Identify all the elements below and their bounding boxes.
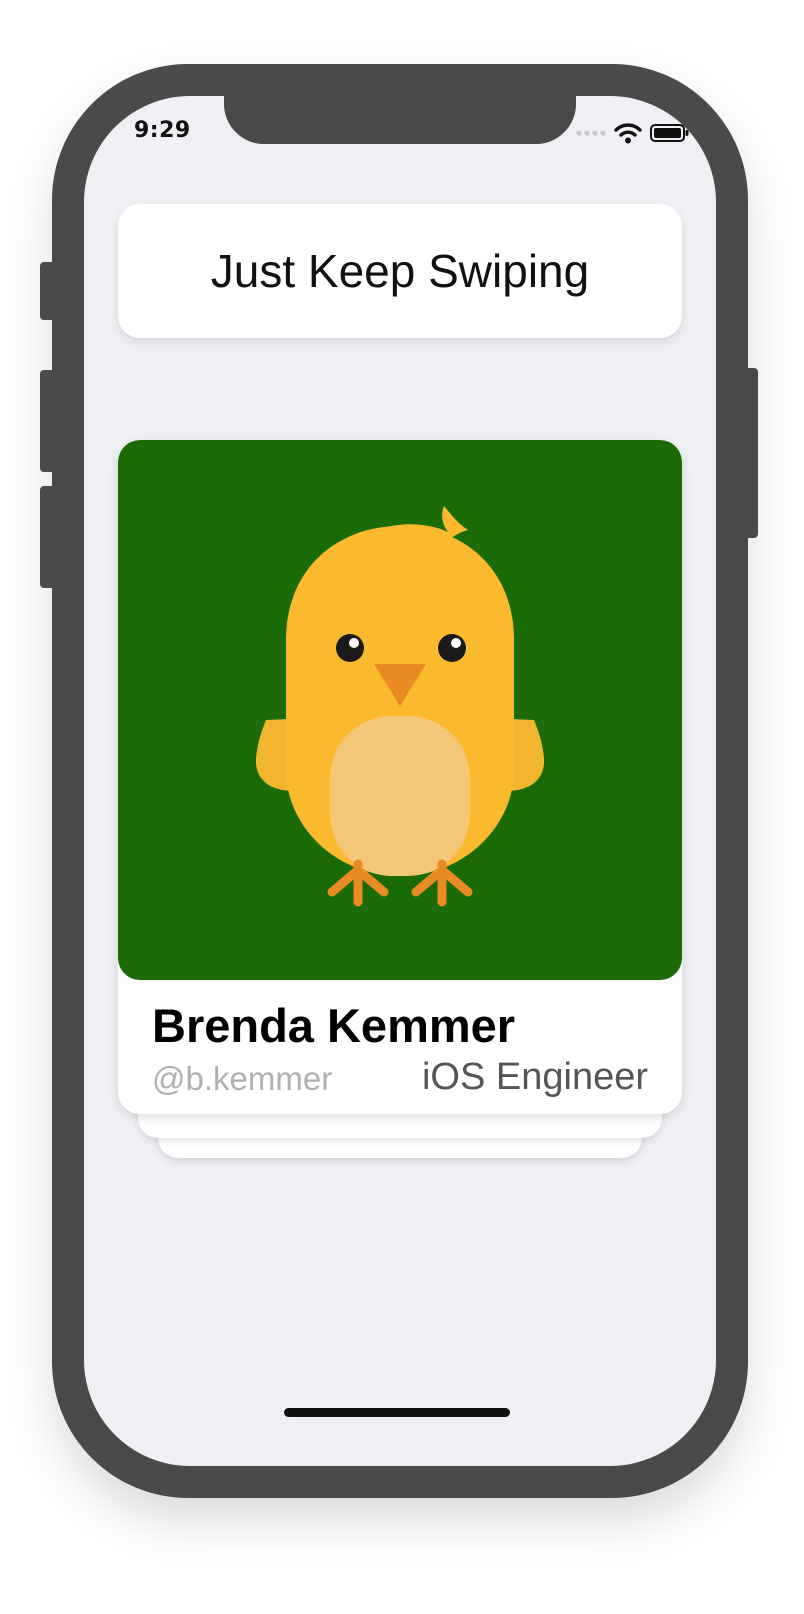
phone-screen: 9:29 Just Keep Swiping Brenda Kemmer @b.… bbox=[84, 96, 716, 1466]
profile-handle: @b.kemmer bbox=[152, 1060, 333, 1097]
avatar bbox=[118, 440, 682, 980]
status-icons bbox=[576, 122, 690, 144]
device-notch bbox=[224, 96, 576, 144]
wifi-icon bbox=[614, 123, 642, 144]
page-title: Just Keep Swiping bbox=[210, 245, 590, 297]
title-card: Just Keep Swiping bbox=[118, 204, 682, 338]
profile-card[interactable]: Brenda Kemmer @b.kemmer iOS Engineer bbox=[118, 440, 682, 1114]
battery-icon bbox=[650, 124, 689, 142]
profile-name: Brenda Kemmer bbox=[152, 999, 516, 1052]
status-time: 9:29 bbox=[134, 118, 191, 143]
home-indicator[interactable] bbox=[284, 1408, 510, 1417]
profile-role: iOS Engineer bbox=[421, 1056, 648, 1098]
chick-avatar-icon bbox=[118, 440, 682, 980]
signal-dots-icon bbox=[576, 130, 606, 136]
